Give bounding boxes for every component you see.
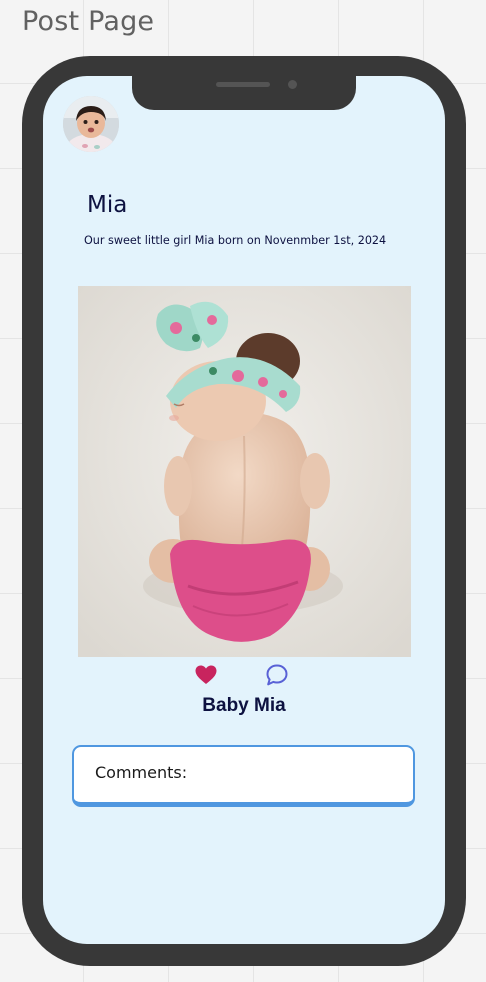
comments-input[interactable]: Comments: <box>72 745 415 807</box>
speech-bubble-icon[interactable] <box>265 663 289 687</box>
front-camera <box>288 80 297 89</box>
speaker-grille <box>216 82 270 87</box>
heart-icon[interactable] <box>195 665 217 685</box>
avatar[interactable] <box>63 96 119 152</box>
post-caption: Our sweet little girl Mia born on Novenm… <box>84 234 387 247</box>
phone-notch <box>132 76 356 110</box>
post-author-name: Mia <box>87 192 128 218</box>
phone-mockup: Mia Our sweet little girl Mia born on No… <box>22 56 466 966</box>
phone-screen: Mia Our sweet little girl Mia born on No… <box>43 76 445 944</box>
avatar-image <box>63 96 119 152</box>
photo-title: Baby Mia <box>202 695 286 716</box>
baby-photo <box>78 286 411 657</box>
post-photo[interactable] <box>78 286 411 657</box>
comments-label: Comments: <box>95 763 188 782</box>
frame-title: Post Page <box>22 6 155 37</box>
